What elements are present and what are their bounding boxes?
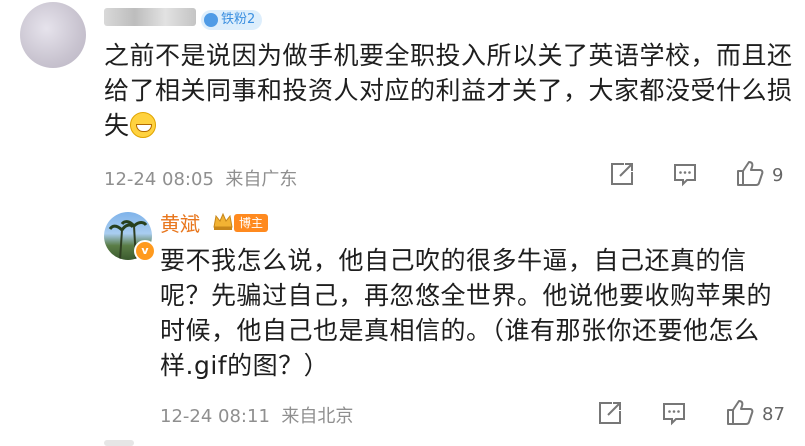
fan-badge[interactable]: 铁粉2 [201, 10, 263, 30]
comment-text: 之前不是说因为做手机要全职投入所以关了英语学校，而且还给了相关同事和投资人对应的… [104, 38, 794, 143]
crown-icon [213, 212, 233, 230]
fan-badge-icon [204, 13, 218, 27]
share-icon[interactable] [597, 400, 623, 426]
commenter-name-blurred[interactable] [104, 8, 196, 26]
like-icon[interactable] [725, 398, 755, 426]
comment-like-count: 9 [772, 165, 784, 186]
reply-meta: 12-24 08:11 来自北京 [160, 402, 353, 428]
reply-location: 来自北京 [281, 406, 354, 427]
comment-icon[interactable] [672, 161, 698, 187]
comment-location: 来自广东 [225, 169, 298, 190]
comment-body: 之前不是说因为做手机要全职投入所以关了英语学校，而且还给了相关同事和投资人对应的… [104, 41, 793, 140]
like-icon[interactable] [735, 159, 765, 187]
author-name[interactable]: 黄斌 [160, 208, 200, 237]
reply-like-count: 87 [762, 404, 785, 425]
next-item-edge [104, 440, 134, 446]
reply-time: 12-24 08:11 [160, 406, 270, 427]
verified-badge: v [134, 240, 156, 262]
author-role-badge: 博主 [234, 214, 269, 232]
share-icon[interactable] [609, 161, 635, 187]
reply-text: 要不我怎么说，他自己吹的很多牛逼，自己还真的信呢？先骗过自己，再忽悠全世界。他说… [160, 246, 773, 380]
comment-icon[interactable] [661, 400, 687, 426]
grinning-emoji-icon [129, 112, 156, 138]
commenter-avatar[interactable] [20, 2, 86, 68]
fan-badge-label: 铁粉2 [221, 12, 256, 27]
comment-time: 12-24 08:05 [104, 169, 214, 190]
comment-meta: 12-24 08:05 来自广东 [104, 165, 297, 191]
